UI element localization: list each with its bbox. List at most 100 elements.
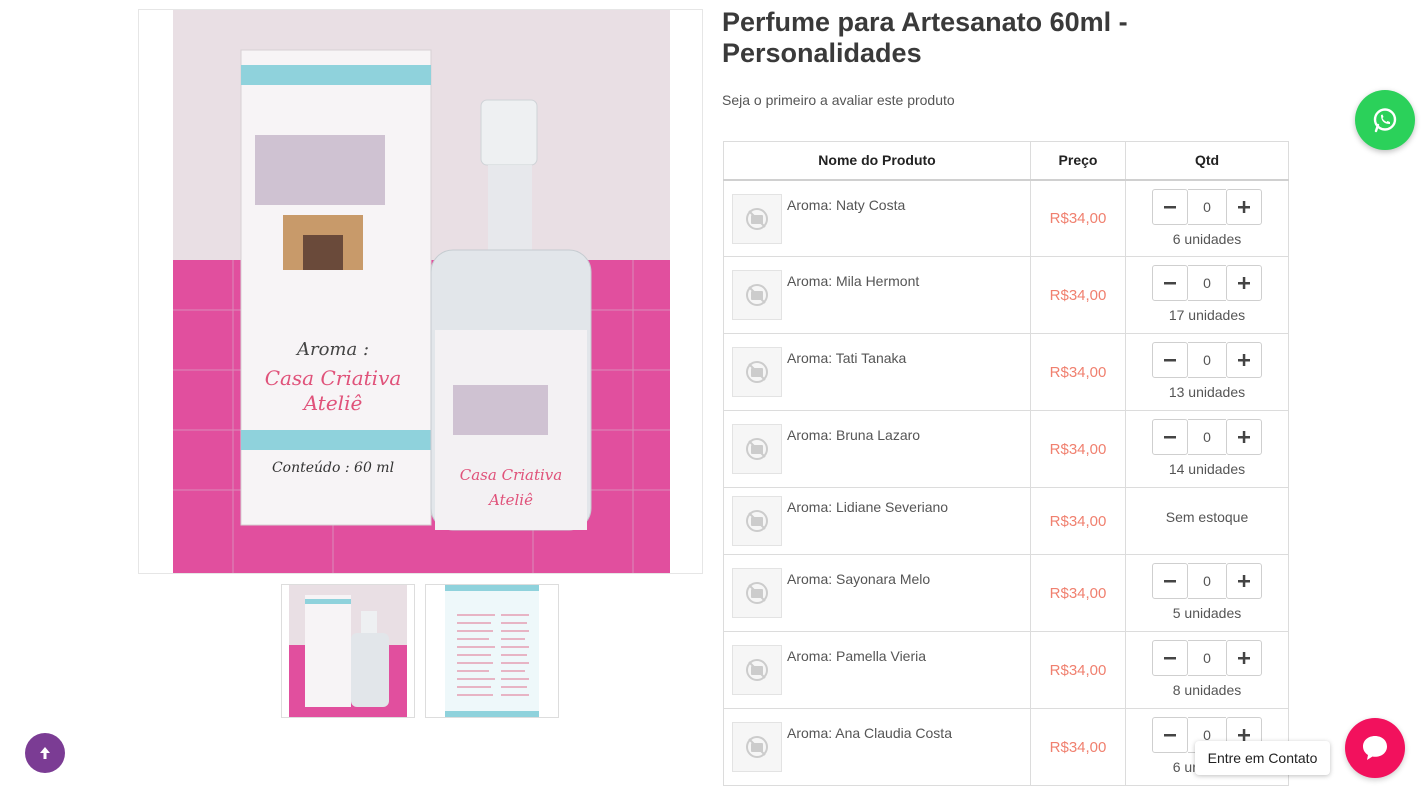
table-row: Aroma: Pamella Vieria R$34,00 8 unidades <box>723 631 1289 709</box>
decrease-qty-button[interactable] <box>1152 265 1188 301</box>
increase-qty-button[interactable] <box>1226 265 1262 301</box>
no-image-icon <box>732 424 782 474</box>
decrease-qty-button[interactable] <box>1152 717 1188 753</box>
svg-text:Casa Criativa: Casa Criativa <box>460 466 562 484</box>
variant-price: R$34,00 <box>1030 410 1126 488</box>
table-row: Aroma: Sayonara Melo R$34,00 5 unidades <box>723 554 1289 632</box>
scroll-top-button[interactable] <box>25 733 65 773</box>
header-price: Preço <box>1030 141 1126 181</box>
plus-icon <box>1238 431 1250 443</box>
stock-count: 8 unidades <box>1172 682 1242 698</box>
increase-qty-button[interactable] <box>1226 188 1262 225</box>
photo-label-aroma: Aroma : <box>295 339 369 360</box>
variant-price: R$34,00 <box>1030 631 1126 709</box>
variant-name: Aroma: Ana Claudia Costa <box>787 725 952 741</box>
quantity-stepper <box>1126 563 1288 599</box>
header-qty: Qtd <box>1125 141 1289 181</box>
variant-price: R$34,00 <box>1030 333 1126 411</box>
no-image-icon <box>732 645 782 695</box>
variant-qty-cell: 13 unidades <box>1125 333 1289 411</box>
decrease-qty-button[interactable] <box>1152 640 1188 676</box>
decrease-qty-button[interactable] <box>1152 563 1188 599</box>
decrease-qty-button[interactable] <box>1152 188 1188 225</box>
increase-qty-button[interactable] <box>1226 419 1262 455</box>
increase-qty-button[interactable] <box>1226 563 1262 599</box>
minus-icon <box>1164 580 1176 583</box>
whatsapp-button[interactable] <box>1355 90 1415 150</box>
variant-name: Aroma: Tati Tanaka <box>787 350 907 366</box>
increase-qty-button[interactable] <box>1226 640 1262 676</box>
variant-qty-cell: Sem estoque <box>1125 487 1289 555</box>
plus-icon <box>1238 652 1250 664</box>
stock-count: 17 unidades <box>1168 307 1246 323</box>
variant-name-cell: Aroma: Sayonara Melo <box>723 554 1031 632</box>
no-image-icon <box>732 568 782 618</box>
quantity-input[interactable] <box>1188 342 1226 378</box>
thumbnail-perfume-image <box>289 585 407 717</box>
variant-name-cell: Aroma: Naty Costa <box>723 179 1031 257</box>
quantity-stepper <box>1126 640 1288 676</box>
table-header-row: Nome do Produto Preço Qtd <box>723 141 1289 181</box>
product-title: Perfume para Artesanato 60ml - Personali… <box>722 7 1128 68</box>
increase-qty-button[interactable] <box>1226 342 1262 378</box>
quantity-stepper <box>1126 265 1288 301</box>
variant-name: Aroma: Naty Costa <box>787 196 906 213</box>
thumbnail-perfume[interactable] <box>281 584 415 718</box>
thumbnail-aroma-list[interactable] <box>425 584 559 718</box>
table-row: Aroma: Bruna Lazaro R$34,00 14 unidades <box>723 410 1289 488</box>
variant-qty-cell: 17 unidades <box>1125 256 1289 334</box>
chat-button[interactable] <box>1345 718 1405 778</box>
variant-name: Aroma: Lidiane Severiano <box>787 499 949 515</box>
plus-icon <box>1238 200 1250 213</box>
quantity-stepper <box>1126 188 1288 225</box>
table-row: Aroma: Tati Tanaka R$34,00 13 unidades <box>723 333 1289 411</box>
stock-count: 13 unidades <box>1168 384 1246 400</box>
variant-name-cell: Aroma: Lidiane Severiano <box>723 487 1031 555</box>
quantity-input[interactable] <box>1188 563 1226 599</box>
stock-count: 6 unidades <box>1172 230 1242 247</box>
table-row: Aroma: Lidiane Severiano R$34,00 Sem est… <box>723 487 1289 555</box>
review-prompt-link[interactable]: Seja o primeiro a avaliar este produto <box>722 92 955 108</box>
minus-icon <box>1164 436 1176 439</box>
contact-tooltip[interactable]: Entre em Contato <box>1195 741 1330 775</box>
variant-name-cell: Aroma: Pamella Vieria <box>723 631 1031 709</box>
variant-qty-cell: 6 unidades <box>1125 179 1289 257</box>
stock-count: 5 unidades <box>1172 605 1242 621</box>
svg-text:Ateliê: Ateliê <box>302 391 363 415</box>
arrow-up-icon <box>40 747 50 759</box>
stock-count: 14 unidades <box>1168 461 1246 477</box>
variant-name: Aroma: Bruna Lazaro <box>787 427 921 443</box>
minus-icon <box>1164 282 1176 285</box>
plus-icon <box>1238 575 1250 587</box>
minus-icon <box>1164 734 1176 737</box>
product-main-image[interactable]: Aroma : Casa Criativa Ateliê Conteúdo : … <box>138 9 703 574</box>
variant-price: R$34,00 <box>1030 554 1126 632</box>
thumbnail-aroma-list-image <box>445 585 539 717</box>
variant-qty-cell: 8 unidades <box>1125 631 1289 709</box>
decrease-qty-button[interactable] <box>1152 419 1188 455</box>
variant-price: R$34,00 <box>1030 179 1126 257</box>
no-image-icon <box>732 496 782 546</box>
chat-bubble-icon <box>1363 736 1387 760</box>
variant-name-cell: Aroma: Ana Claudia Costa <box>723 708 1031 786</box>
out-of-stock-label: Sem estoque <box>1165 509 1249 525</box>
variant-name-cell: Aroma: Mila Hermont <box>723 256 1031 334</box>
quantity-input[interactable] <box>1188 265 1226 301</box>
quantity-input[interactable] <box>1188 640 1226 676</box>
product-photo: Aroma : Casa Criativa Ateliê Conteúdo : … <box>173 10 670 573</box>
variant-price: R$34,00 <box>1030 256 1126 334</box>
no-image-icon <box>732 193 782 244</box>
quantity-stepper <box>1126 419 1288 455</box>
photo-label-content: Conteúdo : 60 ml <box>272 460 394 476</box>
variant-price: R$34,00 <box>1030 708 1126 786</box>
plus-icon <box>1238 277 1250 289</box>
variant-name: Aroma: Pamella Vieria <box>787 648 927 664</box>
minus-icon <box>1164 205 1176 208</box>
no-image-icon <box>732 347 782 397</box>
variants-table: Nome do Produto Preço Qtd Aroma: Naty Co… <box>723 141 1289 786</box>
variant-price: R$34,00 <box>1030 487 1126 555</box>
minus-icon <box>1164 657 1176 660</box>
quantity-input[interactable] <box>1188 188 1226 225</box>
decrease-qty-button[interactable] <box>1152 342 1188 378</box>
quantity-input[interactable] <box>1188 419 1226 455</box>
